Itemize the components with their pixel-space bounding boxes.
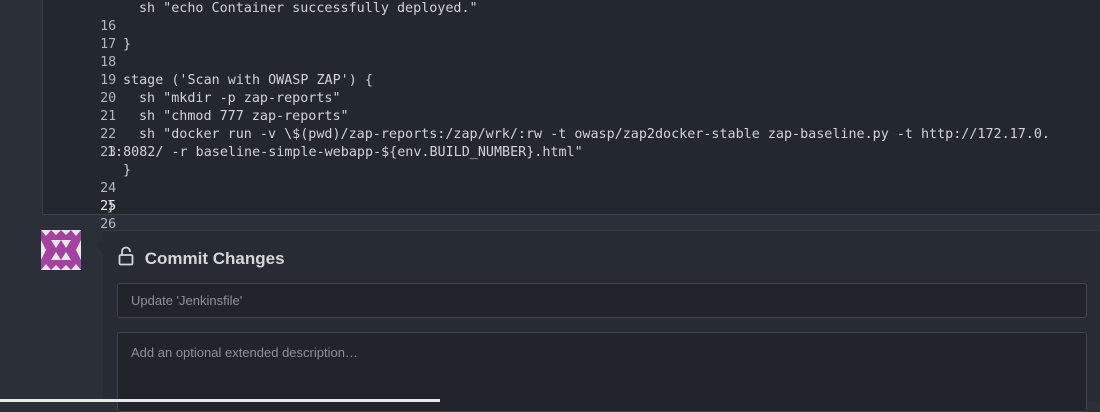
code-text: sh "docker run -v \$(pwd)/zap-reports:/z…	[139, 127, 1050, 142]
commit-summary-input[interactable]: Update 'Jenkinsfile'	[117, 283, 1087, 318]
code-line: 26 }	[43, 198, 116, 232]
code-text: 1:8082/ -r baseline-simple-webapp-${env.…	[107, 145, 583, 160]
commit-title-label: Commit Changes	[144, 249, 285, 268]
code-text: }	[123, 37, 132, 52]
unlocked-padlock-icon	[118, 246, 134, 272]
commit-title: Commit Changes	[118, 246, 285, 268]
code-text: stage ('Scan with OWASP ZAP') {	[123, 73, 373, 88]
identicon-icon	[41, 230, 81, 270]
code-line: 24 }	[43, 162, 131, 196]
code-line: 17	[43, 18, 116, 52]
code-line: 21 sh "mkdir -p zap-reports"	[43, 90, 340, 124]
code-editor[interactable]: 16 sh "echo Container successfully deplo…	[42, 0, 1100, 232]
code-line-wrapped: 1:8082/ -r baseline-simple-webapp-${env.…	[43, 144, 583, 162]
avatar[interactable]	[41, 230, 81, 270]
code-line: 18 }	[43, 36, 131, 70]
code-line-current: 25	[43, 180, 116, 214]
code-line: 22 sh "chmod 777 zap-reports"	[43, 108, 348, 142]
code-line: 23 sh "docker run -v \$(pwd)/zap-reports…	[43, 126, 1050, 160]
code-line: 20 stage ('Scan with OWASP ZAP') {	[43, 72, 373, 106]
code-line: 16 sh "echo Container successfully deplo…	[43, 0, 477, 34]
commit-description-placeholder: Add an optional extended description…	[131, 345, 358, 360]
commit-summary-placeholder: Update 'Jenkinsfile'	[131, 293, 243, 308]
commit-box-pointer	[96, 238, 103, 254]
code-text: }	[107, 199, 116, 214]
code-line: 19	[43, 54, 116, 88]
code-text: sh "echo Container successfully deployed…	[139, 1, 478, 16]
code-text: }	[123, 163, 132, 178]
code-text: sh "mkdir -p zap-reports"	[139, 91, 341, 106]
code-text: sh "chmod 777 zap-reports"	[139, 109, 349, 124]
